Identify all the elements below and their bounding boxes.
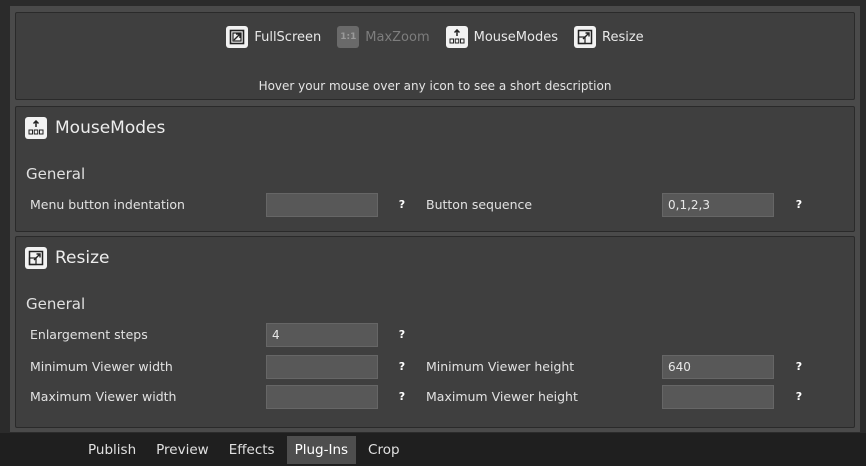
help-icon[interactable]: ? [792, 390, 806, 404]
minimum-viewer-width-label: Minimum Viewer width [30, 359, 173, 374]
resize-header: Resize [25, 247, 109, 269]
button-sequence-input[interactable] [662, 193, 774, 217]
enlargement-steps-label: Enlargement steps [30, 327, 148, 342]
mousemodes-button[interactable]: MouseModes [445, 26, 558, 48]
help-icon[interactable]: ? [395, 360, 409, 374]
resize-panel: Resize General Enlargement steps ? Minim… [15, 236, 855, 428]
mousemodes-label: MouseModes [473, 29, 558, 45]
maximum-viewer-height-label: Maximum Viewer height [426, 389, 578, 404]
resize-button[interactable]: Resize [574, 26, 644, 48]
help-icon[interactable]: ? [792, 198, 806, 212]
resize-row-2: Minimum Viewer width ? Minimum Viewer he… [16, 355, 854, 379]
mousemodes-icon [445, 26, 468, 48]
mousemodes-icon [25, 117, 47, 139]
bottom-tab-bar: Publish Preview Effects Plug-Ins Crop [0, 433, 866, 466]
tab-plug-ins[interactable]: Plug-Ins [286, 435, 357, 464]
help-icon[interactable]: ? [395, 198, 409, 212]
fullscreen-button[interactable]: FullScreen [226, 26, 321, 48]
resize-icon [574, 26, 596, 48]
maximum-viewer-width-label: Maximum Viewer width [30, 389, 177, 404]
resize-row-3: Maximum Viewer width ? Maximum Viewer he… [16, 385, 854, 409]
maxzoom-button[interactable]: 1:1 MaxZoom [337, 26, 430, 48]
resize-general-heading: General [26, 295, 86, 313]
tab-preview[interactable]: Preview [148, 436, 217, 464]
maxzoom-icon: 1:1 [337, 26, 360, 48]
enlargement-steps-input[interactable] [266, 323, 378, 347]
mousemodes-panel: MouseModes General Menu button indentati… [15, 106, 855, 232]
toolbar-hint: Hover your mouse over any icon to see a … [258, 79, 612, 93]
resize-icon [25, 247, 47, 269]
mousemodes-title: MouseModes [55, 118, 166, 138]
maximum-viewer-height-input[interactable] [662, 385, 774, 409]
resize-row-1: Enlargement steps ? [16, 323, 854, 347]
resize-title: Resize [55, 248, 110, 268]
tab-effects[interactable]: Effects [221, 436, 283, 464]
maxzoom-label: MaxZoom [365, 29, 430, 45]
tab-crop[interactable]: Crop [360, 436, 408, 464]
mousemodes-general-heading: General [26, 165, 86, 183]
minimum-viewer-height-input[interactable] [662, 355, 774, 379]
maximum-viewer-width-input[interactable] [266, 385, 378, 409]
fullscreen-icon [226, 26, 249, 48]
help-icon[interactable]: ? [395, 390, 409, 404]
help-icon[interactable]: ? [792, 360, 806, 374]
help-icon[interactable]: ? [395, 328, 409, 342]
plugins-settings-area: FullScreen 1:1 MaxZoom MouseModes Resize… [10, 6, 860, 432]
button-sequence-label: Button sequence [426, 197, 533, 212]
resize-label: Resize [602, 29, 644, 45]
fullscreen-label: FullScreen [254, 29, 322, 45]
tab-publish[interactable]: Publish [80, 436, 144, 464]
menu-button-indentation-input[interactable] [266, 193, 378, 217]
minimum-viewer-width-input[interactable] [266, 355, 378, 379]
mousemodes-row-1: Menu button indentation ? Button sequenc… [16, 193, 854, 217]
menu-button-indentation-label: Menu button indentation [30, 197, 185, 212]
minimum-viewer-height-label: Minimum Viewer height [426, 359, 575, 374]
plugin-toolbar-panel: FullScreen 1:1 MaxZoom MouseModes Resize… [15, 12, 855, 100]
mousemodes-header: MouseModes [25, 117, 165, 139]
plugin-toolbar: FullScreen 1:1 MaxZoom MouseModes Resize [16, 26, 854, 48]
